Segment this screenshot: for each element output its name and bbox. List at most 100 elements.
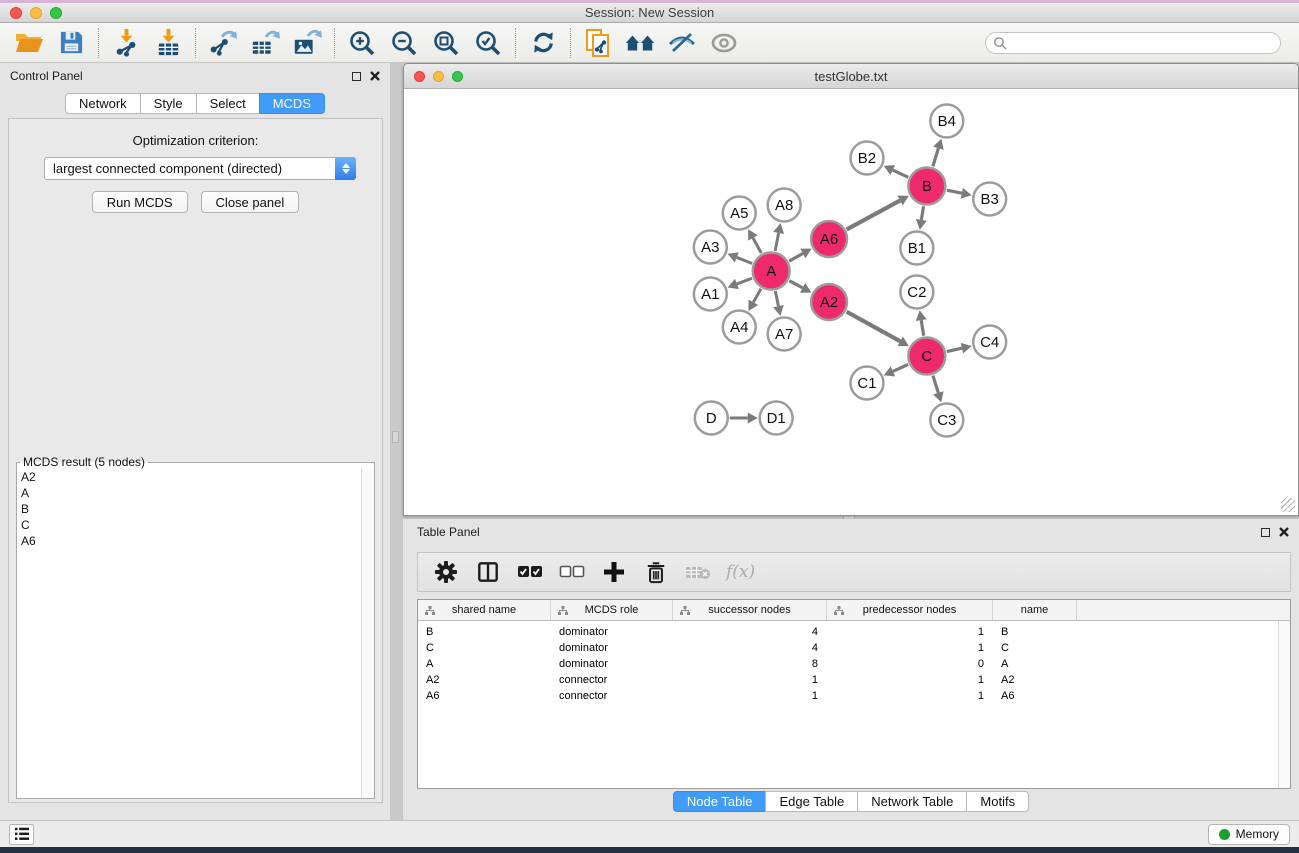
column-header-mcds-role[interactable]: MCDS role bbox=[551, 600, 673, 620]
cell-predecessor-nodes[interactable]: 1 bbox=[827, 624, 993, 640]
graph-edge-C-C2[interactable] bbox=[921, 320, 923, 336]
close-panel-button[interactable]: Close panel bbox=[201, 191, 300, 213]
home-layout-button[interactable] bbox=[619, 26, 661, 60]
network-canvas[interactable]: B4B2BB3A5A8A6B1A3AC2A1A2A4A7C4CC1C3DD1 bbox=[406, 89, 1296, 513]
float-panel-icon[interactable] bbox=[1261, 528, 1270, 537]
cell-successor-nodes[interactable]: 4 bbox=[673, 624, 827, 640]
criterion-select[interactable]: largest connected component (directed) bbox=[44, 157, 356, 180]
cell-predecessor-nodes[interactable]: 0 bbox=[827, 656, 993, 672]
graph-edge-C-C4[interactable] bbox=[947, 348, 962, 351]
table-scrollbar[interactable] bbox=[1278, 621, 1290, 788]
cell-mcds-role[interactable]: dominator bbox=[551, 640, 673, 656]
import-network-button[interactable] bbox=[105, 26, 147, 60]
cell-successor-nodes[interactable]: 1 bbox=[673, 672, 827, 688]
duplicate-network-button[interactable] bbox=[577, 26, 619, 60]
graph-edge-A-A8[interactable] bbox=[775, 233, 779, 251]
export-table-button[interactable] bbox=[244, 26, 286, 60]
select-all-button[interactable] bbox=[516, 559, 543, 586]
network-window-titlebar[interactable]: testGlobe.txt bbox=[404, 64, 1298, 89]
cell-mcds-role[interactable]: dominator bbox=[551, 656, 673, 672]
split-divider-handle[interactable] bbox=[392, 431, 399, 443]
cell-shared-name[interactable]: A bbox=[418, 656, 551, 672]
table-row[interactable]: A6 connector 1 1 A6 bbox=[418, 688, 1290, 704]
table-row[interactable]: A dominator 8 0 A bbox=[418, 656, 1290, 672]
tab-style[interactable]: Style bbox=[140, 93, 197, 114]
graph-edge-A-A4[interactable] bbox=[753, 289, 761, 302]
graph-edge-A-A6[interactable] bbox=[789, 253, 803, 261]
cell-successor-nodes[interactable]: 1 bbox=[673, 688, 827, 704]
open-session-button[interactable] bbox=[8, 26, 50, 60]
graph-edge-A-A1[interactable] bbox=[737, 278, 752, 284]
save-session-button[interactable] bbox=[50, 26, 92, 60]
create-column-button[interactable] bbox=[600, 559, 627, 586]
cell-mcds-role[interactable]: connector bbox=[551, 672, 673, 688]
float-panel-icon[interactable] bbox=[352, 72, 361, 81]
cell-name[interactable]: B bbox=[993, 624, 1077, 640]
zoom-selected-button[interactable] bbox=[467, 26, 509, 60]
graph-edge-B-B1[interactable] bbox=[921, 206, 923, 220]
graph-edge-C-C3[interactable] bbox=[933, 376, 938, 393]
zoom-in-button[interactable] bbox=[341, 26, 383, 60]
result-scrollbar[interactable] bbox=[361, 469, 374, 798]
cell-predecessor-nodes[interactable]: 1 bbox=[827, 640, 993, 656]
cell-shared-name[interactable]: A2 bbox=[418, 672, 551, 688]
cell-successor-nodes[interactable]: 8 bbox=[673, 656, 827, 672]
cell-successor-nodes[interactable]: 4 bbox=[673, 640, 827, 656]
delete-column-button[interactable] bbox=[642, 559, 669, 586]
cell-predecessor-nodes[interactable]: 1 bbox=[827, 672, 993, 688]
tab-motifs[interactable]: Motifs bbox=[966, 791, 1029, 812]
cell-name[interactable]: A bbox=[993, 656, 1077, 672]
tab-select[interactable]: Select bbox=[196, 93, 260, 114]
deselect-all-button[interactable] bbox=[558, 559, 585, 586]
result-item[interactable]: A2 bbox=[17, 469, 361, 485]
toggle-graphics-details-button[interactable] bbox=[661, 26, 703, 60]
search-field[interactable] bbox=[985, 32, 1281, 54]
zoom-out-button[interactable] bbox=[383, 26, 425, 60]
tab-edge-table[interactable]: Edge Table bbox=[765, 791, 858, 812]
cell-name[interactable]: C bbox=[993, 640, 1077, 656]
cell-shared-name[interactable]: B bbox=[418, 624, 551, 640]
result-item[interactable]: B bbox=[17, 501, 361, 517]
graph-edge-A-A7[interactable] bbox=[775, 291, 778, 306]
cell-name[interactable]: A2 bbox=[993, 672, 1077, 688]
table-row[interactable]: A2 connector 1 1 A2 bbox=[418, 672, 1290, 688]
table-row[interactable]: B dominator 4 1 B bbox=[418, 624, 1290, 640]
tab-mcds[interactable]: MCDS bbox=[259, 93, 325, 114]
cell-mcds-role[interactable]: connector bbox=[551, 688, 673, 704]
show-hide-panel-button[interactable] bbox=[703, 26, 745, 60]
task-history-button[interactable] bbox=[9, 824, 34, 845]
tab-node-table[interactable]: Node Table bbox=[673, 791, 767, 812]
graph-edge-B-B2[interactable] bbox=[893, 170, 909, 177]
import-table-button[interactable] bbox=[147, 26, 189, 60]
export-network-button[interactable] bbox=[202, 26, 244, 60]
graph-edge-A6-B[interactable] bbox=[847, 201, 900, 230]
network-graph[interactable]: B4B2BB3A5A8A6B1A3AC2A1A2A4A7C4CC1C3DD1 bbox=[406, 89, 1296, 513]
cell-shared-name[interactable]: C bbox=[418, 640, 551, 656]
column-header-successor-nodes[interactable]: successor nodes bbox=[673, 600, 827, 620]
graph-edge-C-C1[interactable] bbox=[893, 364, 908, 371]
column-header-name[interactable]: name bbox=[993, 600, 1077, 620]
graph-edge-A-A3[interactable] bbox=[737, 257, 752, 263]
cell-shared-name[interactable]: A6 bbox=[418, 688, 551, 704]
memory-button[interactable]: Memory bbox=[1208, 824, 1290, 845]
resize-grip[interactable] bbox=[1281, 498, 1295, 512]
cell-mcds-role[interactable]: dominator bbox=[551, 624, 673, 640]
refresh-button[interactable] bbox=[522, 26, 564, 60]
cell-name[interactable]: A6 bbox=[993, 688, 1077, 704]
graph-edge-B-B4[interactable] bbox=[933, 148, 939, 166]
table-row[interactable]: C dominator 4 1 C bbox=[418, 640, 1290, 656]
result-item[interactable]: A bbox=[17, 485, 361, 501]
run-mcds-button[interactable]: Run MCDS bbox=[92, 191, 188, 213]
result-item[interactable]: C bbox=[17, 517, 361, 533]
zoom-fit-button[interactable] bbox=[425, 26, 467, 60]
tab-network[interactable]: Network bbox=[65, 93, 141, 114]
search-input[interactable] bbox=[1007, 34, 1280, 52]
column-header-predecessor-nodes[interactable]: predecessor nodes bbox=[827, 600, 993, 620]
show-columns-button[interactable] bbox=[474, 559, 501, 586]
close-panel-icon[interactable] bbox=[370, 71, 380, 81]
export-image-button[interactable] bbox=[286, 26, 328, 60]
graph-edge-A-A2[interactable] bbox=[789, 281, 802, 288]
cell-predecessor-nodes[interactable]: 1 bbox=[827, 688, 993, 704]
graph-edge-A-A5[interactable] bbox=[753, 238, 761, 253]
result-item[interactable]: A6 bbox=[17, 533, 361, 549]
